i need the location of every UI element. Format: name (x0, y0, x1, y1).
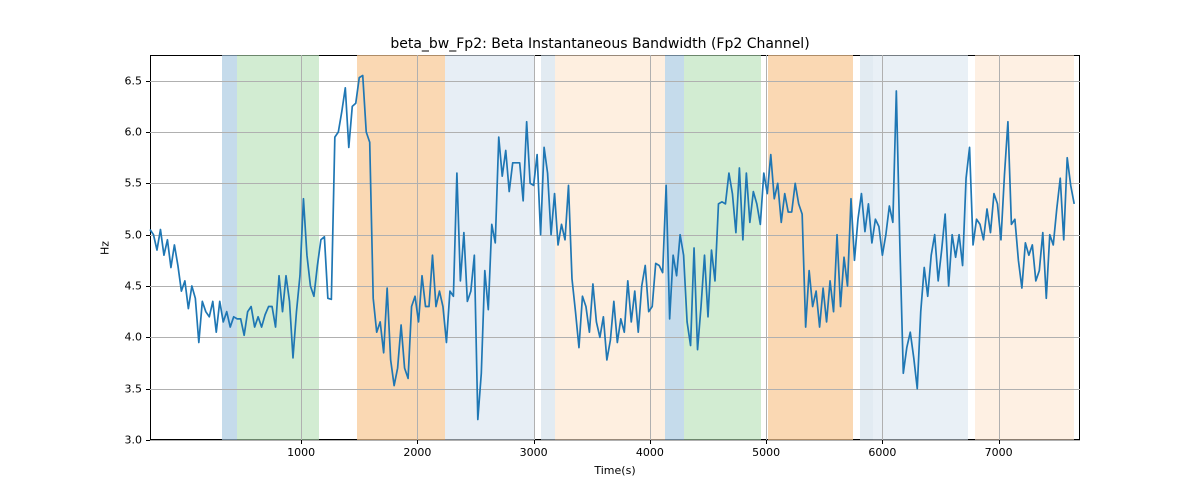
x-tick-label: 4000 (636, 446, 664, 459)
y-tick-label: 6.0 (125, 126, 143, 139)
y-tick-label: 3.5 (125, 382, 143, 395)
y-axis-label: Hz (99, 240, 112, 254)
axes-area: 1000200030004000500060007000 3.03.54.04.… (150, 55, 1080, 440)
x-tick-label: 3000 (520, 446, 548, 459)
x-tick-label: 1000 (287, 446, 315, 459)
x-tick-label: 7000 (985, 446, 1013, 459)
line-series (150, 55, 1080, 440)
y-tick-label: 3.0 (125, 434, 143, 447)
x-tick-label: 2000 (403, 446, 431, 459)
y-tick-label: 5.5 (125, 177, 143, 190)
x-tick-label: 6000 (868, 446, 896, 459)
chart-title: beta_bw_Fp2: Beta Instantaneous Bandwidt… (0, 36, 1200, 52)
y-tick-label: 6.5 (125, 74, 143, 87)
y-tick-label: 5.0 (125, 228, 143, 241)
y-tick-label: 4.5 (125, 280, 143, 293)
x-axis-label: Time(s) (150, 464, 1080, 477)
x-tick-label: 5000 (752, 446, 780, 459)
figure: beta_bw_Fp2: Beta Instantaneous Bandwidt… (0, 0, 1200, 500)
y-tick-label: 4.0 (125, 331, 143, 344)
